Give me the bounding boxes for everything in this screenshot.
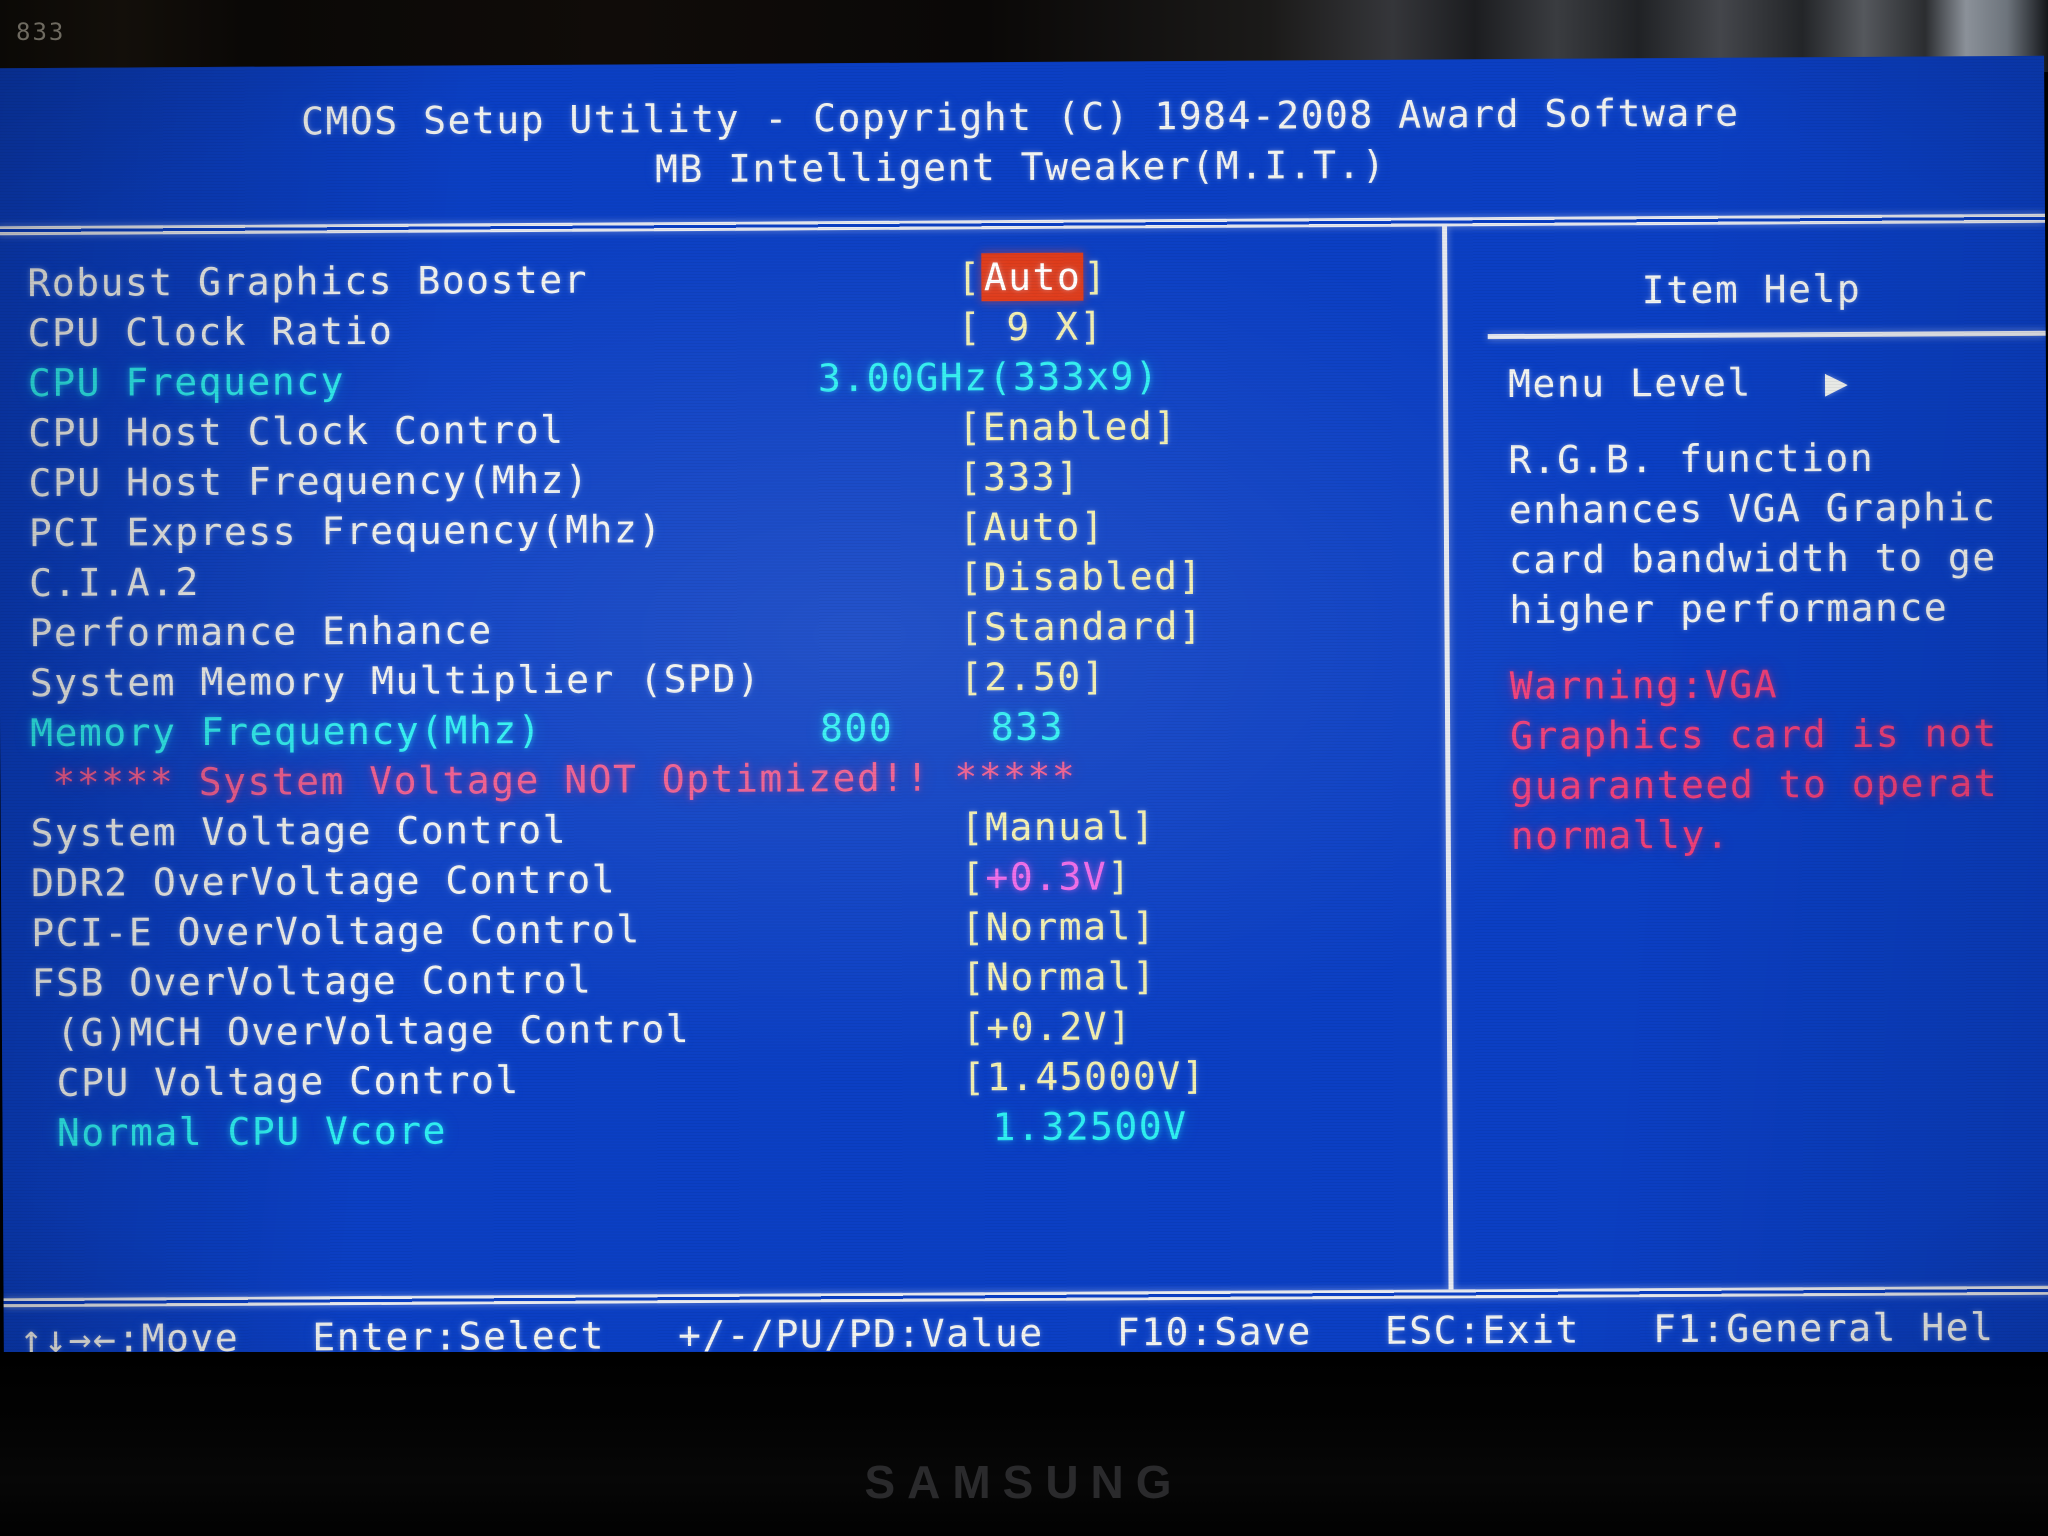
setting-row-fsb-overvoltage-control[interactable]: FSB OverVoltage Control [Normal] (31, 949, 1441, 1008)
setting-row-normal-cpu-vcore: Normal CPU Vcore 1.32500V (32, 1099, 1442, 1158)
setting-row-pcie-overvoltage-control[interactable]: PCI-E OverVoltage Control [Normal] (31, 899, 1441, 958)
help-desc-line: card bandwidth to ge (1508, 535, 1997, 583)
setting-row-cpu-host-frequency[interactable]: CPU Host Frequency(Mhz) [333] (28, 449, 1438, 508)
setting-value-text: 800 833 (819, 704, 1065, 751)
help-desc-line: R.G.B. function (1508, 435, 1875, 483)
setting-value-text: 333 (982, 454, 1057, 500)
setting-value-text: +0.2V (986, 1004, 1109, 1050)
setting-value[interactable]: [+0.3V] (961, 851, 1132, 902)
help-warning-line: normally. (1510, 812, 1731, 859)
setting-row-robust-graphics-booster[interactable]: Robust Graphics Booster [Auto] (27, 249, 1437, 308)
setting-value[interactable]: [Standard] (959, 601, 1203, 652)
item-help-title: Item Help (1641, 266, 1862, 313)
help-warning-line: Graphics card is not (1510, 711, 1998, 759)
setting-value-text: Disabled (983, 554, 1179, 600)
setting-label: CPU Host Frequency(Mhz) (28, 457, 590, 506)
settings-list: Robust Graphics Booster [Auto] CPU Clock… (27, 249, 1442, 1158)
setting-value-text: Enabled (982, 404, 1154, 450)
setting-label: CPU Frequency (27, 359, 346, 406)
chevron-right-icon: ▶ (1824, 359, 1850, 405)
setting-value[interactable]: [+0.2V] (962, 1001, 1133, 1052)
bios-header: CMOS Setup Utility - Copyright (C) 1984-… (0, 86, 2045, 199)
setting-label: CPU Clock Ratio (27, 308, 394, 356)
setting-label: System Memory Multiplier (SPD) (29, 656, 762, 706)
setting-value-text: 3.00GHz(333x9) (817, 354, 1160, 401)
setting-value-text: Normal (985, 904, 1133, 950)
help-warning-line: Warning:VGA (1509, 662, 1779, 709)
voltage-warning-banner: ***** System Voltage NOT Optimized!! ***… (30, 749, 1440, 808)
setting-row-ddr2-overvoltage-control[interactable]: DDR2 OverVoltage Control [+0.3V] (31, 849, 1441, 908)
setting-label: DDR2 OverVoltage Control (30, 857, 617, 906)
pane-divider (1442, 226, 1454, 1290)
setting-value[interactable]: [333] (958, 452, 1080, 503)
setting-label: Normal CPU Vcore (32, 1108, 448, 1156)
setting-value[interactable]: [Disabled] (959, 551, 1203, 602)
item-help-body: Menu Level ▶ R.G.B. function enhances VG… (1508, 356, 2048, 861)
setting-value[interactable]: [Manual] (961, 801, 1156, 852)
setting-row-system-memory-multiplier[interactable]: System Memory Multiplier (SPD) [2.50] (30, 649, 1440, 708)
setting-label: PCI-E OverVoltage Control (31, 907, 641, 956)
setting-row-pci-express-frequency[interactable]: PCI Express Frequency(Mhz) [Auto] (29, 499, 1439, 558)
menu-level-label: Menu Level (1507, 360, 1752, 407)
item-help-pane: Item Help (1457, 223, 2046, 335)
setting-row-cpu-voltage-control[interactable]: CPU Voltage Control [1.45000V] (32, 1049, 1442, 1108)
setting-label: CPU Voltage Control (32, 1058, 520, 1106)
help-desc-line: enhances VGA Graphic (1508, 485, 1997, 533)
setting-value-text: +0.3V (985, 854, 1108, 900)
help-warning-line: guaranteed to operat (1510, 761, 1999, 809)
setting-value[interactable]: [Auto] (957, 251, 1108, 302)
setting-label: C.I.A.2 (29, 560, 200, 606)
setting-value-text: Standard (983, 604, 1180, 650)
setting-value-text: 1.45000V (986, 1054, 1182, 1100)
monitor-photo: 833 CMOS Setup Utility - Copyright (C) 1… (0, 0, 2048, 1536)
setting-value[interactable]: [1.45000V] (962, 1051, 1206, 1102)
setting-value-text: Auto (981, 252, 1084, 302)
setting-row-performance-enhance[interactable]: Performance Enhance [Standard] (29, 599, 1439, 658)
setting-value[interactable]: [Normal] (961, 901, 1156, 952)
setting-value-text: 2.50 (984, 654, 1082, 700)
setting-label: CPU Host Clock Control (28, 407, 565, 456)
setting-label: (G)MCH OverVoltage Control (31, 1007, 691, 1056)
setting-label: Robust Graphics Booster (27, 257, 589, 306)
setting-value-text: Auto (983, 504, 1081, 550)
setting-label: FSB OverVoltage Control (31, 957, 593, 1006)
setting-row-gmch-overvoltage-control[interactable]: (G)MCH OverVoltage Control [+0.2V] (32, 999, 1442, 1058)
monitor-brand-label: SAMSUNG (864, 1456, 1184, 1508)
bios-screen: CMOS Setup Utility - Copyright (C) 1984-… (0, 55, 2048, 1369)
setting-row-memory-frequency: Memory Frequency(Mhz) 800 833 (30, 699, 1440, 758)
setting-value-text: Normal (985, 954, 1133, 1000)
setting-label: Performance Enhance (29, 608, 493, 656)
help-desc-line: higher performance (1509, 585, 1949, 633)
setting-value[interactable]: [ 9 X] (957, 302, 1105, 353)
voltage-warning-text: ***** System Voltage NOT Optimized!! ***… (52, 754, 1077, 805)
item-help-title-box: Item Help (1457, 223, 2046, 335)
setting-value-text: 9 X (981, 304, 1080, 350)
setting-row-cpu-frequency: CPU Frequency 3.00GHz(333x9) (28, 349, 1438, 408)
setting-value-text: 1.32500V (992, 1104, 1188, 1150)
monitor-osd-text: 833 (16, 18, 66, 46)
setting-label: System Voltage Control (30, 807, 568, 856)
setting-label: PCI Express Frequency(Mhz) (28, 507, 663, 556)
setting-label: Memory Frequency(Mhz) (29, 707, 543, 756)
setting-row-cpu-clock-ratio[interactable]: CPU Clock Ratio [ 9 X] (28, 299, 1438, 358)
setting-row-cpu-host-clock-control[interactable]: CPU Host Clock Control [Enabled] (28, 399, 1438, 458)
setting-value[interactable]: [Normal] (961, 951, 1156, 1002)
setting-value[interactable]: [2.50] (960, 651, 1107, 702)
setting-value[interactable]: [Auto] (959, 502, 1106, 553)
setting-value[interactable]: [Enabled] (958, 401, 1178, 452)
setting-value-text: Manual (984, 804, 1132, 850)
menu-level-row: Menu Level ▶ (1508, 356, 2048, 409)
setting-row-system-voltage-control[interactable]: System Voltage Control [Manual] (31, 799, 1441, 858)
setting-row-cia2[interactable]: C.I.A.2 [Disabled] (29, 549, 1439, 608)
